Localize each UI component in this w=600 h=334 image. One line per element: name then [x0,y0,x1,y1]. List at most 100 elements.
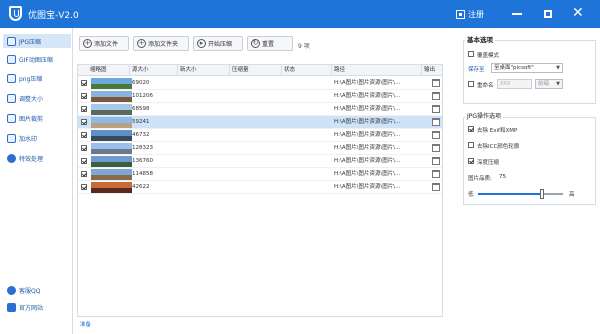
deep-compress-checkbox[interactable] [468,158,474,164]
table-row[interactable]: 69020 H:\A图片\图片资源\图片\... [78,77,442,90]
register-button[interactable]: 注册 [456,9,484,20]
row-checkbox[interactable] [81,184,87,190]
output-folder-icon[interactable] [432,183,440,191]
path-cell: H:\A图片\图片资源\图片\... [334,132,401,138]
item-count: 9 项 [298,43,310,50]
output-folder-icon[interactable] [432,92,440,100]
row-checkbox[interactable] [81,171,87,177]
output-folder-icon[interactable] [432,157,440,165]
sidebar-item-resize[interactable]: 调整大小 [3,91,71,105]
deep-compress-label: 深度压缩 [477,160,500,166]
row-checkbox[interactable] [81,119,87,125]
add-file-button[interactable]: + 添加文件 [79,36,129,51]
output-folder-icon[interactable] [432,131,440,139]
col-source-size[interactable]: 源大小 [130,65,178,76]
quality-low-label: 低 [468,192,474,198]
output-folder-icon[interactable] [432,118,440,126]
thumbnail-image [91,78,132,89]
quality-slider-thumb[interactable] [539,189,544,199]
watermark-icon [7,133,16,143]
source-size-cell: 68598 [132,106,150,112]
output-folder-icon[interactable] [432,144,440,152]
col-status[interactable]: 状态 [282,65,332,76]
sidebar-item-jpg[interactable]: JPG压缩 [3,34,71,48]
start-compress-button[interactable]: ▸ 开始压缩 [193,36,243,51]
close-button[interactable]: ✕ [572,5,584,21]
sidebar-item-label: JPG压缩 [19,38,42,46]
row-checkbox[interactable] [81,80,87,86]
sidebar-item-png[interactable]: png压缩 [3,71,71,85]
save-path-select[interactable]: 至桌面"picsoft" ▼ [491,63,563,73]
row-checkbox[interactable] [81,106,87,112]
overwrite-checkbox[interactable] [468,51,474,57]
file-table: 缩略图 源大小 新大小 压缩量 状态 路径 输出 69020 H:\A图片\图片资… [77,64,443,317]
add-folder-button[interactable]: + 添加文件夹 [133,36,189,51]
png-icon [7,73,16,83]
jpg-icon [7,36,16,46]
icc-checkbox[interactable] [468,142,474,148]
refresh-icon: ↻ [251,39,260,48]
source-size-cell: 69020 [132,80,150,86]
reset-label: 重置 [262,41,275,48]
thumbnail-image [91,91,132,102]
rename-checkbox[interactable] [468,81,474,87]
sidebar-item-gif[interactable]: GIF动图压缩 [3,52,71,66]
table-row[interactable]: 46732 H:\A图片\图片资源\图片\... [78,129,442,142]
rename-placeholder: XXX [500,81,511,87]
row-checkbox[interactable] [81,93,87,99]
table-row[interactable]: 128323 H:\A图片\图片资源\图片\... [78,142,442,155]
output-folder-icon[interactable] [432,79,440,87]
toolbar: + 添加文件 + 添加文件夹 ▸ 开始压缩 ↻ 重置 9 项 [73,28,445,62]
sidebar-item-label: 客服QQ [19,287,41,295]
rename-input[interactable]: XXX [497,79,532,89]
rename-mode-select[interactable]: 前缀 ▼ [535,79,563,89]
minimize-button[interactable] [512,13,522,15]
row-checkbox[interactable] [81,145,87,151]
sidebar-item-effects[interactable]: 特效处理 [3,151,71,165]
sidebar-item-watermark[interactable]: 加水印 [3,131,71,145]
table-row[interactable]: 42622 H:\A图片\图片资源\图片\... [78,181,442,194]
output-folder-icon[interactable] [432,105,440,113]
row-checkbox[interactable] [81,158,87,164]
output-folder-icon[interactable] [432,170,440,178]
col-path[interactable]: 路径 [332,65,422,76]
sidebar-item-label: 特效处理 [19,155,44,163]
jpg-options-title: JPG操作选项 [465,111,504,120]
website-icon [7,302,16,312]
sidebar-item-label: 加水印 [19,135,38,143]
path-cell: H:\A图片\图片资源\图片\... [334,119,401,125]
play-icon: ▸ [197,39,206,48]
sidebar-item-qq[interactable]: 客服QQ [3,283,71,297]
table-row[interactable]: 68598 H:\A图片\图片资源\图片\... [78,103,442,116]
table-row[interactable]: 101206 H:\A图片\图片资源\图片\... [78,90,442,103]
col-output[interactable]: 输出 [422,65,442,76]
maximize-button[interactable] [544,10,552,18]
table-row[interactable]: 114858 H:\A图片\图片资源\图片\... [78,168,442,181]
thumbnail-image [91,156,132,167]
chevron-down-icon: ▼ [556,65,560,71]
col-thumbnail[interactable]: 缩略图 [78,65,130,76]
title-bar: 优图宝-V2.0 注册 ✕ [0,0,600,28]
col-new-size[interactable]: 新大小 [178,65,230,76]
qq-icon [7,285,16,295]
thumbnail-image [91,104,132,115]
col-reduction[interactable]: 压缩量 [230,65,282,76]
table-row[interactable]: 59241 H:\A图片\图片资源\图片\... [78,116,442,129]
register-icon [456,10,465,19]
row-checkbox[interactable] [81,132,87,138]
path-cell: H:\A图片\图片资源\图片\... [334,158,401,164]
exif-checkbox[interactable] [468,126,474,132]
sidebar-item-label: 图片裁剪 [19,115,44,123]
quality-slider[interactable] [478,189,563,199]
quality-value: 75 [499,174,506,180]
sidebar-item-crop[interactable]: 图片裁剪 [3,111,71,125]
plus-icon: + [137,39,146,48]
table-row[interactable]: 136760 H:\A图片\图片资源\图片\... [78,155,442,168]
path-cell: H:\A图片\图片资源\图片\... [334,171,401,177]
effects-icon [7,153,16,163]
reset-button[interactable]: ↻ 重置 [247,36,293,51]
source-size-cell: 59241 [132,119,150,125]
source-size-cell: 128323 [132,145,153,151]
path-cell: H:\A图片\图片资源\图片\... [334,80,401,86]
sidebar-item-website[interactable]: 官方网站 [3,300,71,314]
